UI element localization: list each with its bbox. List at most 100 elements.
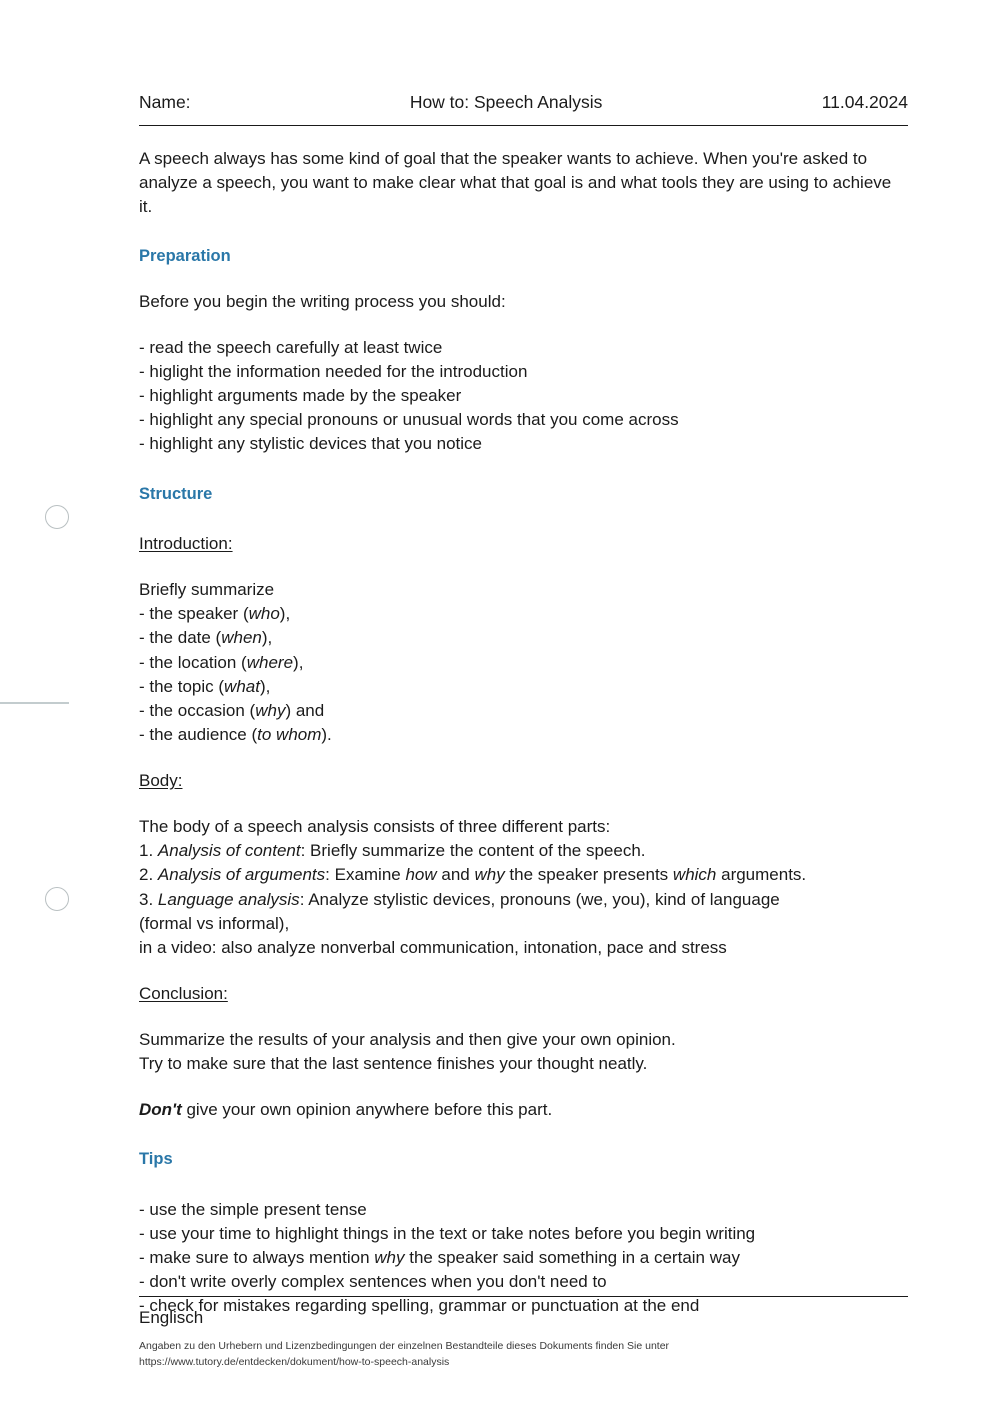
list-item: - don't write overly complex sentences w… xyxy=(139,1272,607,1292)
footer-source-url[interactable]: https://www.tutory.de/entdecken/dokument… xyxy=(139,1354,908,1370)
list-item-emphasis: to whom xyxy=(257,724,322,744)
body-item-2-emphasis-how: how xyxy=(405,865,437,885)
subheading-conclusion: Conclusion: xyxy=(139,983,228,1003)
intro-paragraph: A speech always has some kind of goal th… xyxy=(139,149,892,217)
margin-marks xyxy=(0,0,130,1416)
body-item-2-emphasis-which: which xyxy=(672,865,717,885)
section-heading-tips: Tips xyxy=(139,1150,173,1169)
document-body: Name: How to: Speech Analysis 11.04.2024… xyxy=(139,0,908,1318)
body-item-2-b: and xyxy=(436,865,475,885)
preparation-lead: Before you begin the writing process you… xyxy=(139,291,506,311)
conclusion-text: Summarize the results of your analysis a… xyxy=(139,1028,908,1076)
list-item: - read the speech carefully at least twi… xyxy=(139,337,443,357)
body-item-2-a: : Examine xyxy=(325,865,406,885)
document-footer: Englisch Angaben zu den Urhebern und Liz… xyxy=(139,1296,908,1371)
preparation-list: - read the speech carefully at least twi… xyxy=(139,336,908,457)
list-item: - make sure to always mention why the sp… xyxy=(139,1246,908,1270)
conclusion-warning: Don't give your own opinion anywhere bef… xyxy=(139,1098,908,1122)
body-item-3-emphasis: Language analysis xyxy=(157,889,300,909)
list-item-emphasis: why xyxy=(255,700,286,720)
document-header: Name: How to: Speech Analysis 11.04.2024 xyxy=(139,0,908,113)
body-item-2-number: 2. xyxy=(139,865,158,885)
list-item-tail: ) and xyxy=(285,700,325,720)
footer-subject: Englisch xyxy=(139,1308,204,1327)
body-item-1-number: 1. xyxy=(139,841,158,861)
body-lead: The body of a speech analysis consists o… xyxy=(139,817,611,837)
list-item: - highlight any stylistic devices that y… xyxy=(139,434,483,454)
list-item-text: - make sure to always mention xyxy=(139,1248,375,1268)
body-item-2-emphasis-why: why xyxy=(474,865,505,885)
list-item-text: - the occasion ( xyxy=(139,700,256,720)
list-item-emphasis: what xyxy=(224,676,260,696)
section-heading-structure: Structure xyxy=(139,484,213,503)
list-item: - the speaker (who), xyxy=(139,602,908,626)
list-item-tail: ). xyxy=(321,724,332,744)
list-item: - the topic (what), xyxy=(139,675,908,699)
list-item-tail: ), xyxy=(279,604,291,624)
introduction-lead: Briefly summarize xyxy=(139,580,275,600)
subheading-body: Body: xyxy=(139,771,183,790)
body-item-3-wrap: (formal vs informal), xyxy=(139,913,290,933)
body-item-2-c: the speaker presents xyxy=(504,865,673,885)
list-item-emphasis: where xyxy=(246,652,294,672)
footer-license-note: Angaben zu den Urhebern und Lizenzbeding… xyxy=(139,1338,908,1371)
list-item-tail: ), xyxy=(261,628,273,648)
section-heading-preparation: Preparation xyxy=(139,247,231,266)
body-item-2: 2. Analysis of arguments: Examine how an… xyxy=(139,863,908,887)
margin-fold-line xyxy=(0,702,69,704)
warning-rest: give your own opinion anywhere before th… xyxy=(181,1100,553,1120)
list-item: - use your time to highlight things in t… xyxy=(139,1223,756,1243)
list-item-text: - the speaker ( xyxy=(139,604,249,624)
body-item-4: in a video: also analyze nonverbal commu… xyxy=(139,937,727,957)
document-date: 11.04.2024 xyxy=(821,92,908,112)
body-item-3-rest: : Analyze stylistic devices, pronouns (w… xyxy=(299,889,780,909)
list-item-emphasis: who xyxy=(248,604,280,624)
list-item: - the date (when), xyxy=(139,626,908,650)
body-item-3: 3. Language analysis: Analyze stylistic … xyxy=(139,888,908,912)
list-item-tail: the speaker said something in a certain … xyxy=(404,1248,740,1268)
warning-line: Don't give your own opinion anywhere bef… xyxy=(139,1098,908,1122)
footer-divider xyxy=(139,1296,908,1297)
warning-emphasis: Don't xyxy=(139,1100,182,1120)
body-item-1-rest: : Briefly summarize the content of the s… xyxy=(300,841,646,861)
body-item-1: 1. Analysis of content: Briefly summariz… xyxy=(139,839,908,863)
conclusion-line-1: Summarize the results of your analysis a… xyxy=(139,1030,676,1049)
document-content: A speech always has some kind of goal th… xyxy=(139,126,908,1318)
binder-hole-icon xyxy=(45,887,69,911)
list-item-text: - the date ( xyxy=(139,628,222,648)
body-item-3-number: 3. xyxy=(139,889,158,909)
body-item-1-emphasis: Analysis of content xyxy=(157,841,301,861)
subheading-introduction: Introduction: xyxy=(139,534,233,553)
page-title: How to: Speech Analysis xyxy=(409,92,603,112)
introduction-list: Briefly summarize - the speaker (who), -… xyxy=(139,578,908,747)
list-item-tail: ), xyxy=(293,652,304,672)
list-item-emphasis: when xyxy=(221,628,262,648)
list-item: - the audience (to whom). xyxy=(139,723,908,747)
list-item: - the location (where), xyxy=(139,651,908,675)
list-item-text: - the location ( xyxy=(139,652,247,672)
list-item-text: - the audience ( xyxy=(139,724,258,744)
list-item: - highlight any special pronouns or unus… xyxy=(139,410,679,430)
conclusion-line-2: Try to make sure that the last sentence … xyxy=(139,1054,648,1074)
binder-hole-icon xyxy=(45,505,69,529)
list-item-tail: ), xyxy=(259,676,271,696)
list-item: - higlight the information needed for th… xyxy=(139,362,528,382)
body-list: The body of a speech analysis consists o… xyxy=(139,815,908,960)
footer-license-text: Angaben zu den Urhebern und Lizenzbeding… xyxy=(139,1340,670,1353)
document-page: Name: How to: Speech Analysis 11.04.2024… xyxy=(0,0,1000,1416)
list-item-emphasis: why xyxy=(374,1248,405,1268)
name-field-label: Name: xyxy=(139,92,191,112)
